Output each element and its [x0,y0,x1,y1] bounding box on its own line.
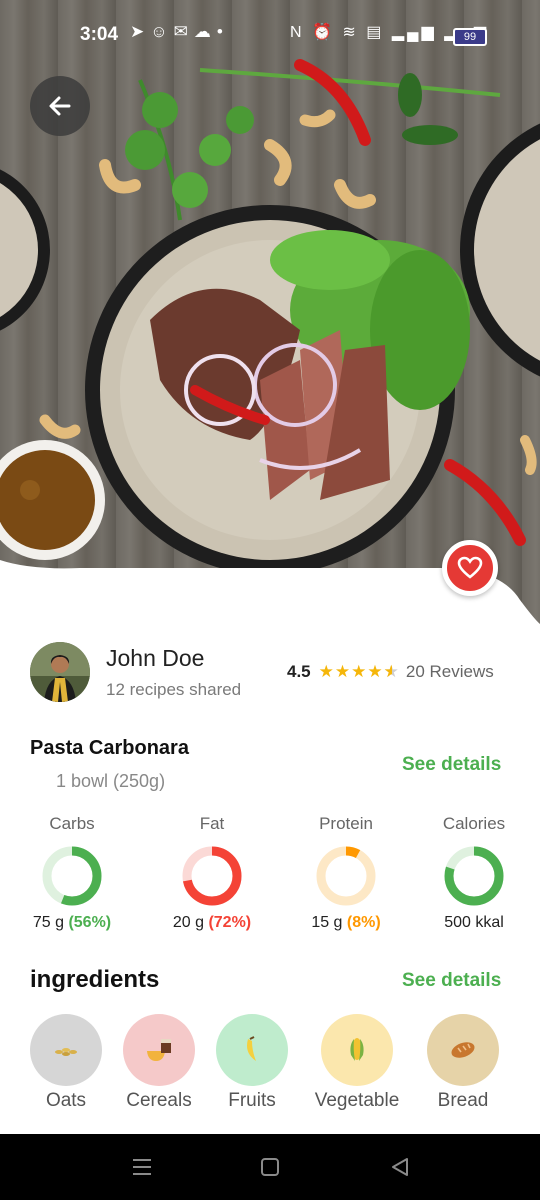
ingredient-label: Vegetable [314,1090,400,1111]
chat-icon: ✉ [173,22,194,41]
nutrient-label: Fat [199,814,225,833]
nutrient-ring [444,846,504,906]
rating-summary[interactable]: 4.5 ★★★★★★ 20 Reviews [287,662,494,682]
status-bar: 3:04 ➤☺✉☁• N ⏰ ≋ ▤ ▂▄▆ ▂▄▆ 99 [0,0,540,72]
volte-icon: ▤ [366,24,385,41]
home-button[interactable] [250,1154,290,1180]
nutrient-protein: Protein 15 g (8%) [286,814,406,932]
amount-value: 75 g [32,914,64,931]
nutrient-percent: (8%) [346,914,381,931]
amount-value: 15 g [311,914,343,931]
dot-icon: • [216,22,229,41]
ingredient-circle [216,1014,288,1086]
avatar-image [30,642,90,702]
nutrient-amount: 20 g (72%) [173,914,251,931]
battery-icon: 99 [453,28,487,46]
nutrient-ring [182,846,242,906]
ingredients-heading: ingredients [30,966,160,993]
reviews-count: 20 Reviews [405,662,494,681]
ingredient-cereals[interactable]: Cereals [109,1014,209,1112]
heart-icon [457,556,483,579]
nutrient-fat: Fat 20 g (72%) [152,814,272,932]
ingredient-circle [30,1014,102,1086]
home-square-icon [261,1158,279,1176]
alarm-icon: ⏰ [312,24,335,41]
nutrient-amount: 500 kkal [444,914,504,931]
ingredient-circle [123,1014,195,1086]
ingredient-bread[interactable]: Bread [413,1014,513,1112]
author-name[interactable]: John Doe [106,645,204,672]
ingredients-see-details-link[interactable]: See details [402,970,501,992]
nutrient-calories: Calories 500 kkal [414,814,534,932]
ingredient-label: Oats [45,1090,87,1111]
recent-apps-button[interactable] [122,1154,162,1180]
banana-icon [247,1036,256,1061]
ingredient-oats[interactable]: Oats [16,1014,116,1112]
messenger-icon: ☁ [193,22,217,41]
oats-icon [55,1048,77,1056]
nutrient-label: Carbs [49,814,95,833]
nfc-icon: N [290,24,305,41]
nutrient-label: Calories [442,814,506,833]
favorite-button[interactable] [442,540,498,596]
ingredient-circle [427,1014,499,1086]
recipe-title: Pasta Carbonara [30,737,189,759]
ingredient-vegetable[interactable]: Vegetable [307,1014,407,1112]
star-rating-icon: ★★★★★★ [318,662,400,681]
snapchat-icon: ☺ [150,22,174,41]
nutrient-percent: (72%) [208,914,252,931]
ingredient-label: Cereals [126,1090,192,1111]
ingredient-label: Fruits [228,1090,276,1111]
menu-icon [133,1159,151,1175]
nutrient-amount: 15 g (8%) [311,914,380,931]
recipe-see-details-link[interactable]: See details [402,754,501,776]
nutrient-ring [42,846,102,906]
bread-icon [451,1042,475,1058]
arrow-left-icon [49,96,71,116]
notification-icons: ➤☺✉☁• [130,22,229,42]
author-avatar[interactable] [30,642,90,702]
wifi-icon: ≋ [342,24,359,41]
nutrient-label: Protein [319,814,373,833]
nutrient-amount: 75 g (56%) [33,914,111,931]
ingredient-circle [321,1014,393,1086]
system-navigation-bar [0,1134,540,1200]
author-recipes-count: 12 recipes shared [106,680,242,699]
rating-value: 4.5 [287,662,311,681]
signal-icon: ▂▄▆ [391,24,437,41]
back-nav-button[interactable] [380,1154,420,1180]
nutrient-carbs: Carbs 75 g (56%) [12,814,132,932]
nutrient-ring [316,846,376,906]
recipe-serving: 1 bowl (250g) [56,771,166,791]
ingredient-fruits[interactable]: Fruits [202,1014,302,1112]
amount-value: 500 kkal [444,914,504,931]
status-time: 3:04 [80,24,119,45]
back-button[interactable] [30,76,90,136]
back-triangle-icon [392,1158,408,1176]
ring-track [316,846,376,906]
corn-icon [350,1038,364,1061]
telegram-icon: ➤ [130,22,151,41]
ingredient-label: Bread [437,1090,489,1111]
nutrient-percent: (56%) [68,914,112,931]
amount-value: 20 g [172,914,204,931]
cereals-icon [147,1039,171,1061]
